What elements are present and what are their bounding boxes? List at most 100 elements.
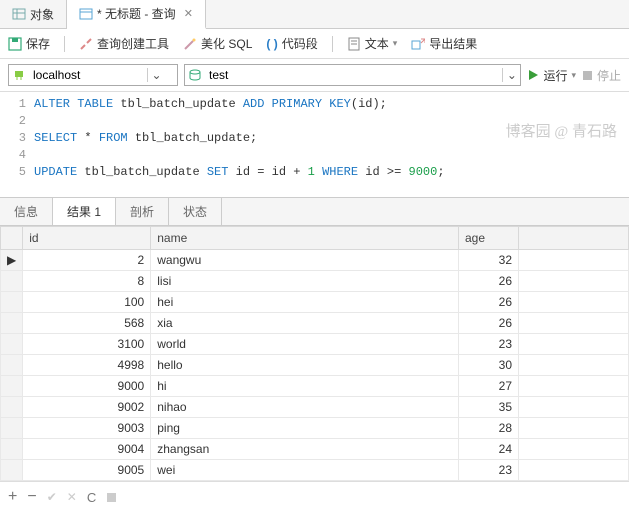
row-pointer — [1, 460, 23, 481]
stop-button[interactable]: 停止 — [582, 67, 621, 84]
sql-editor[interactable]: 12345 ALTER TABLE tbl_batch_update ADD P… — [0, 92, 629, 193]
cell-spacer — [519, 460, 629, 481]
row-pointer — [1, 271, 23, 292]
db-icon — [185, 68, 205, 82]
connection-bar: ⌄ ⌄ 运行 ▾ 停止 — [0, 59, 629, 92]
cell-age[interactable]: 24 — [459, 439, 519, 460]
cell-spacer — [519, 250, 629, 271]
table-row[interactable]: 4998hello30 — [1, 355, 629, 376]
cell-age[interactable]: 26 — [459, 292, 519, 313]
row-pointer-col — [1, 227, 23, 250]
host-input[interactable] — [29, 66, 147, 84]
cell-age[interactable]: 32 — [459, 250, 519, 271]
beautify-button[interactable]: 美化 SQL — [183, 35, 252, 52]
cell-age[interactable]: 23 — [459, 460, 519, 481]
table-row[interactable]: ▶2wangwu32 — [1, 250, 629, 271]
col-id[interactable]: id — [23, 227, 151, 250]
cell-age[interactable]: 26 — [459, 271, 519, 292]
cell-name[interactable]: nihao — [151, 397, 459, 418]
tools-icon — [79, 37, 93, 51]
tab-status[interactable]: 状态 — [169, 198, 222, 225]
tab-label: * 无标题 - 查询 — [97, 5, 176, 22]
table-row[interactable]: 9005wei23 — [1, 460, 629, 481]
table-row[interactable]: 9003ping28 — [1, 418, 629, 439]
cell-name[interactable]: zhangsan — [151, 439, 459, 460]
cell-id[interactable]: 9002 — [23, 397, 151, 418]
grid-footer: + − ✔ ✕ C — [0, 481, 629, 512]
cancel-button: ✕ — [67, 490, 77, 504]
col-age[interactable]: age — [459, 227, 519, 250]
cell-id[interactable]: 9003 — [23, 418, 151, 439]
chevron-down-icon[interactable]: ⌄ — [147, 68, 165, 82]
cell-id[interactable]: 568 — [23, 313, 151, 334]
tab-info[interactable]: 信息 — [0, 198, 53, 225]
tab-result[interactable]: 结果 1 — [53, 197, 116, 225]
table-row[interactable]: 568xia26 — [1, 313, 629, 334]
table-row[interactable]: 9004zhangsan24 — [1, 439, 629, 460]
delete-row-button[interactable]: − — [27, 488, 36, 506]
brackets-icon: ( ) — [266, 37, 277, 51]
cell-id[interactable]: 8 — [23, 271, 151, 292]
cell-id[interactable]: 9005 — [23, 460, 151, 481]
db-input[interactable] — [205, 66, 502, 84]
line-gutter: 12345 — [0, 96, 34, 181]
chevron-down-icon[interactable]: ⌄ — [502, 68, 520, 82]
cell-id[interactable]: 9004 — [23, 439, 151, 460]
cell-age[interactable]: 30 — [459, 355, 519, 376]
table-row[interactable]: 100hei26 — [1, 292, 629, 313]
cell-age[interactable]: 27 — [459, 376, 519, 397]
query-icon — [79, 7, 93, 21]
apply-button: ✔ — [47, 490, 57, 504]
tab-query[interactable]: * 无标题 - 查询 ✕ — [67, 0, 206, 29]
cell-name[interactable]: ping — [151, 418, 459, 439]
result-grid-wrap: id name age ▶2wangwu328lisi26100hei26568… — [0, 225, 629, 481]
add-row-button[interactable]: + — [8, 488, 17, 506]
cell-id[interactable]: 9000 — [23, 376, 151, 397]
host-combo[interactable]: ⌄ — [8, 64, 178, 86]
export-button[interactable]: 导出结果 — [411, 35, 477, 52]
cell-id[interactable]: 3100 — [23, 334, 151, 355]
cell-name[interactable]: world — [151, 334, 459, 355]
cell-age[interactable]: 26 — [459, 313, 519, 334]
row-pointer — [1, 334, 23, 355]
table-row[interactable]: 9002nihao35 — [1, 397, 629, 418]
row-pointer — [1, 355, 23, 376]
tab-objects[interactable]: 对象 — [0, 0, 67, 28]
snippet-button[interactable]: ( ) 代码段 — [266, 35, 317, 52]
cell-id[interactable]: 2 — [23, 250, 151, 271]
query-builder-button[interactable]: 查询创建工具 — [79, 35, 169, 52]
cell-name[interactable]: hi — [151, 376, 459, 397]
save-button[interactable]: 保存 — [8, 35, 50, 52]
separator — [64, 36, 65, 52]
export-icon — [411, 37, 425, 51]
row-pointer — [1, 376, 23, 397]
cell-name[interactable]: wei — [151, 460, 459, 481]
cell-age[interactable]: 23 — [459, 334, 519, 355]
toolbar: 保存 查询创建工具 美化 SQL ( ) 代码段 文本 ▾ 导出结果 — [0, 29, 629, 59]
cell-name[interactable]: hello — [151, 355, 459, 376]
tab-profile[interactable]: 剖析 — [116, 198, 169, 225]
close-icon[interactable]: ✕ — [184, 7, 193, 20]
cell-id[interactable]: 4998 — [23, 355, 151, 376]
table-row[interactable]: 9000hi27 — [1, 376, 629, 397]
separator — [332, 36, 333, 52]
cell-name[interactable]: hei — [151, 292, 459, 313]
row-pointer — [1, 292, 23, 313]
refresh-button[interactable]: C — [87, 490, 96, 505]
col-name[interactable]: name — [151, 227, 459, 250]
cell-id[interactable]: 100 — [23, 292, 151, 313]
row-pointer: ▶ — [1, 250, 23, 271]
cell-spacer — [519, 418, 629, 439]
run-button[interactable]: 运行 ▾ — [527, 67, 576, 84]
cell-age[interactable]: 35 — [459, 397, 519, 418]
cell-name[interactable]: lisi — [151, 271, 459, 292]
cell-name[interactable]: xia — [151, 313, 459, 334]
chevron-down-icon: ▾ — [571, 70, 576, 81]
cell-age[interactable]: 28 — [459, 418, 519, 439]
database-combo[interactable]: ⌄ — [184, 64, 521, 86]
table-row[interactable]: 3100world23 — [1, 334, 629, 355]
cell-name[interactable]: wangwu — [151, 250, 459, 271]
text-button[interactable]: 文本 ▾ — [347, 35, 398, 52]
table-row[interactable]: 8lisi26 — [1, 271, 629, 292]
result-grid[interactable]: id name age ▶2wangwu328lisi26100hei26568… — [0, 226, 629, 481]
